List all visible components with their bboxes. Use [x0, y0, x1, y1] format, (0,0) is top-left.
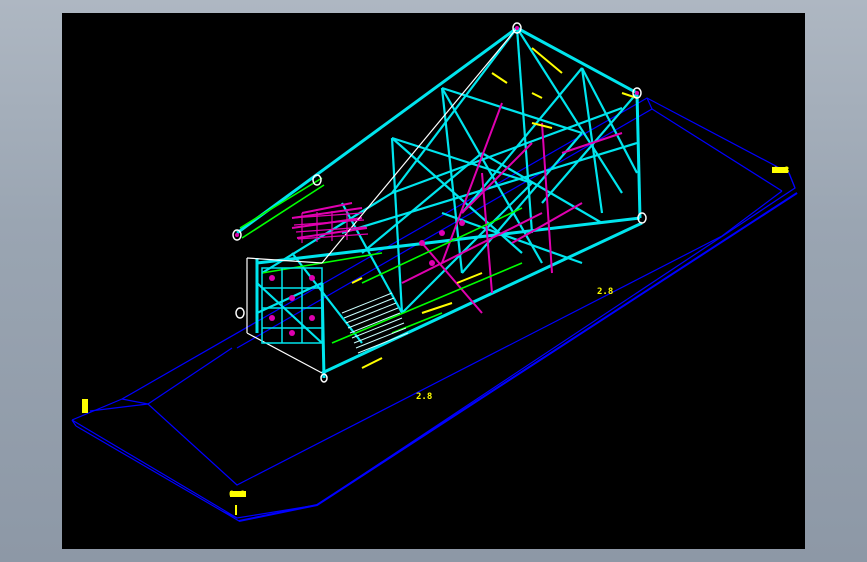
dim-label-right: 2.8 — [597, 287, 613, 297]
dim-label-left-end: 0 — [82, 402, 87, 412]
cad-drawing-canvas[interactable]: 2.8 2.8 0.8 0.8 0 — [62, 13, 805, 549]
dimension-marks: 2.8 2.8 0.8 0.8 0 — [82, 166, 789, 515]
cad-drawing: 2.8 2.8 0.8 0.8 0 — [71, 22, 798, 522]
dim-label-right-end: 0.8 — [773, 166, 789, 176]
dim-label-stern: 0.8 — [229, 490, 245, 500]
dim-label-bottom: 2.8 — [416, 392, 432, 402]
